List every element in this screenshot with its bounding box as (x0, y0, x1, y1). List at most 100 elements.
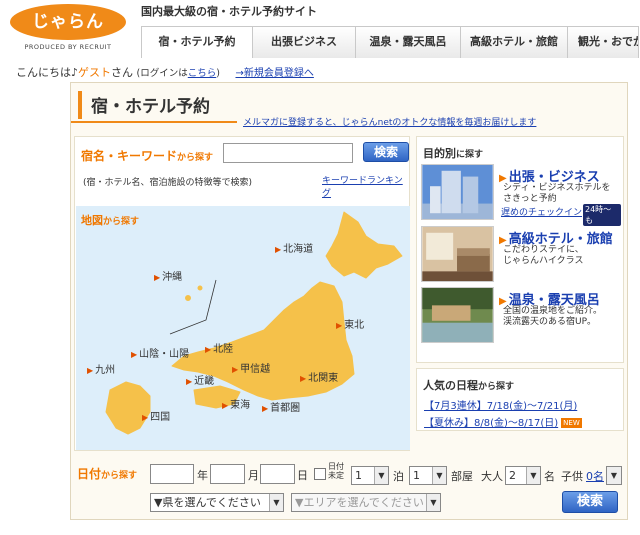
day-input[interactable] (260, 464, 295, 484)
region-kyushu[interactable]: ▶ 九州 (87, 361, 115, 376)
chevron-down-icon: ▼ (526, 467, 540, 484)
nights-select[interactable]: 1 ▼ (351, 466, 389, 485)
year-input[interactable] (150, 464, 194, 484)
new-badge: NEW (561, 418, 582, 428)
arrow-icon: ▶ (186, 377, 193, 386)
popular-title-suffix: から探す (478, 382, 515, 392)
region-hokkaido-label: 北海道 (283, 244, 314, 255)
login-link[interactable]: こちら (188, 68, 217, 79)
newsletter-promo-link[interactable]: メルマガに登録すると、じゃらんnetのオトクな情報を毎週お届けします (243, 115, 536, 128)
purpose-onsen-desc: 全国の温泉地をご紹介。 渓流露天のある宿UP。 (503, 306, 602, 328)
arrow-icon: ▶ (205, 345, 212, 354)
logo-mark: じゃらん (10, 4, 126, 40)
region-tohoku[interactable]: ▶ 東北 (336, 316, 364, 331)
business-desc-1: シティ・ビジネスホテルを (503, 183, 611, 193)
adults-select[interactable]: 2 ▼ (505, 466, 541, 485)
date-undecided-checkbox[interactable] (314, 468, 326, 480)
keyword-search-button[interactable]: 検索 (363, 142, 409, 162)
luxury-room-image (421, 226, 494, 282)
onsen-desc-1: 全国の温泉地をご紹介。 (503, 306, 603, 316)
region-shikoku-label: 四国 (150, 412, 171, 423)
purpose-business[interactable]: ▶ 出張・ビジネス シティ・ビジネスホテルを さきっと予約 遅めのチェックイン 24… (421, 164, 621, 226)
arrow-icon: ▶ (336, 321, 343, 330)
jalan-logo[interactable]: じゃらん PRODUCED BY RECRUIT (6, 2, 130, 54)
arrow-icon: ▶ (300, 374, 307, 383)
okinawa-dot (197, 285, 203, 291)
chevron-down-icon: ▼ (432, 467, 446, 484)
keyword-ranking-link[interactable]: キーワードランキング (322, 173, 409, 199)
arrow-icon: ▶ (131, 350, 138, 359)
tab-business-trip[interactable]: 出張ビジネス (252, 26, 356, 58)
late-checkin-badge: 24時～も (583, 204, 621, 226)
chevron-down-icon: ▼ (374, 467, 388, 484)
adults-value: 2 (509, 469, 516, 482)
popular-date-row-summer: 【夏休み】8/8(金)～8/17(日) NEW (424, 414, 582, 429)
keyword-label-suffix: から探す (177, 153, 214, 163)
region-shutoken[interactable]: ▶ 首都圏 (262, 399, 300, 414)
tab-sightseeing[interactable]: 観光・おでかけ (567, 26, 639, 58)
date-undecided-label: 日付未定 (328, 462, 344, 480)
date-label-main: 日付 (77, 467, 102, 481)
region-shikoku[interactable]: ▶ 四国 (142, 408, 170, 423)
login-suffix: ) (216, 68, 220, 79)
keyword-input[interactable] (223, 143, 353, 163)
region-okinawa[interactable]: ▶ 沖縄 (154, 268, 182, 283)
logo-subtitle: PRODUCED BY RECRUIT (24, 43, 112, 51)
japan-map: 地図から探す ▶ 沖縄 ▶ 北海道 ▶ 東北 ▶ 山陰・山陽 ▶ 北陸 ▶ 九州 ▶ 近畿 (76, 206, 410, 450)
month-input[interactable] (210, 464, 245, 484)
region-kinki[interactable]: ▶ 近畿 (186, 372, 214, 387)
purpose-title-suffix: に探す (456, 150, 484, 160)
popular-dates-title: 人気の日程から探す (423, 377, 514, 393)
area-placeholder: ▼エリアを選んでください (295, 496, 424, 509)
children-count-link[interactable]: 0名 (586, 468, 604, 484)
tab-hotel-reservation[interactable]: 宿・ホテル予約 (141, 26, 253, 58)
area-select[interactable]: ▼エリアを選んでください ▼ (291, 493, 441, 512)
arrow-icon: ▶ (262, 404, 269, 413)
region-kitakanto[interactable]: ▶ 北関東 (300, 369, 338, 384)
region-hokuriku-label: 北陸 (213, 344, 234, 355)
search-button[interactable]: 検索 (562, 491, 618, 513)
region-hokuriku[interactable]: ▶ 北陸 (205, 340, 233, 355)
region-shutoken-label: 首都圏 (270, 403, 301, 414)
site-header: じゃらん PRODUCED BY RECRUIT 国内最大級の宿・ホテル予約サイ… (0, 0, 640, 58)
children-label: 子供 (561, 470, 583, 483)
purpose-onsen[interactable]: ▶ 温泉・露天風呂 全国の温泉地をご紹介。 渓流露天のある宿UP。 (421, 287, 621, 345)
tab-luxury-hotel[interactable]: 高級ホテル・旅館 (460, 26, 568, 58)
purpose-luxury[interactable]: ▶ 高級ホテル・旅館 こだわりステイに、 じゃらんハイクラス (421, 226, 621, 284)
title-underline (71, 121, 237, 123)
late-checkin-link[interactable]: 遅めのチェックイン (501, 205, 582, 218)
rooms-select[interactable]: 1 ▼ (409, 466, 447, 485)
region-kinki-label: 近畿 (194, 376, 215, 387)
arrow-icon: ▶ (222, 401, 229, 410)
prefecture-select[interactable]: ▼県を選んでください ▼ (150, 493, 284, 512)
business-hotel-image (421, 164, 494, 220)
keyword-note: (宿・ホテル名、宿泊施設の特徴等で検索) (83, 178, 253, 188)
region-sanin-sanyo[interactable]: ▶ 山陰・山陽 (131, 345, 189, 360)
rooms-unit: 部屋 (451, 470, 473, 483)
tab-onsen[interactable]: 温泉・露天風呂 (355, 26, 461, 58)
adults-unit: 名 (544, 470, 555, 483)
children-select[interactable]: ▼ (606, 466, 622, 485)
register-link[interactable]: →新規会員登録へ (235, 68, 313, 79)
region-koshinetsu[interactable]: ▶ 甲信越 (232, 360, 270, 375)
purpose-title: 目的別に探す (423, 145, 483, 161)
arrow-icon: ▶ (142, 413, 149, 422)
greeting-text: こんにちは♪ (16, 66, 79, 79)
keyword-search-label: 宿名・キーワードから探す (81, 147, 213, 164)
guest-name: ゲスト (78, 66, 112, 79)
popular-dates-box: 人気の日程から探す 【7月3連休】7/18(金)～7/21(月) 【夏休み】8/… (416, 368, 624, 431)
okinawa-dot (185, 295, 191, 301)
arrow-icon: ▶ (154, 273, 161, 282)
onsen-image (421, 287, 494, 343)
date-search-label: 日付から探す (77, 465, 137, 482)
region-tohoku-label: 東北 (344, 320, 365, 331)
region-hokkaido[interactable]: ▶ 北海道 (275, 240, 313, 255)
purpose-title-main: 目的別 (423, 147, 456, 160)
popular-date-link-summer[interactable]: 【夏休み】8/8(金)～8/17(日) (424, 418, 558, 429)
luxury-desc-2: じゃらんハイクラス (503, 256, 584, 266)
region-kyushu-label: 九州 (95, 365, 116, 376)
title-marker (78, 91, 82, 119)
date-search-row: 日付から探す 年 月 日 日付未定 1 ▼ 泊 1 ▼ 部屋 大人 2 ▼ 名 子供 … (71, 457, 627, 519)
region-tokai[interactable]: ▶ 東海 (222, 396, 250, 411)
popular-date-link-july[interactable]: 【7月3連休】7/18(金)～7/21(月) (424, 397, 577, 412)
